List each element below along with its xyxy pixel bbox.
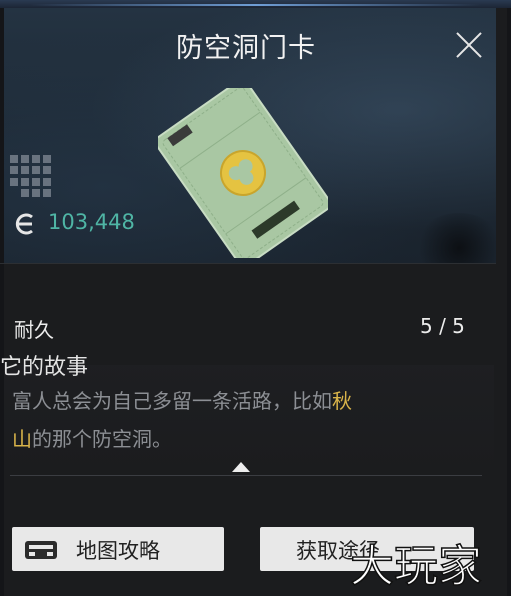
story-highlight-2: 山 <box>12 427 32 451</box>
currency-icon <box>15 213 33 235</box>
close-icon[interactable] <box>452 28 486 62</box>
story-text-part2: 的那个防空洞。 <box>32 427 172 451</box>
decorative-stain <box>414 213 496 263</box>
item-title: 防空洞门卡 <box>176 33 316 64</box>
story-highlight-1: 秋 <box>332 389 352 413</box>
story-title: 它的故事 <box>0 355 89 380</box>
story-divider <box>10 475 482 476</box>
map-guide-button[interactable]: 地图攻略 <box>12 527 224 571</box>
section-divider <box>0 263 496 264</box>
durability-label: 耐久 <box>14 318 54 342</box>
item-price: 103,448 <box>48 210 135 234</box>
story-text: 富人总会为自己多留一条活路，比如秋山的那个防空洞。 <box>12 382 482 458</box>
story-text-part1: 富人总会为自己多留一条活路，比如 <box>12 389 332 413</box>
map-icon <box>25 541 57 559</box>
watermark-logo: 大玩家 <box>350 540 483 593</box>
map-guide-label: 地图攻略 <box>76 539 160 563</box>
grid-icon <box>10 155 52 197</box>
expand-arrow-icon[interactable] <box>232 462 250 472</box>
right-border <box>507 8 511 596</box>
top-border <box>0 0 511 8</box>
svg-text:大玩家: 大玩家 <box>350 541 482 592</box>
keycard-image <box>158 88 328 258</box>
durability-value: 5 / 5 <box>420 314 465 338</box>
